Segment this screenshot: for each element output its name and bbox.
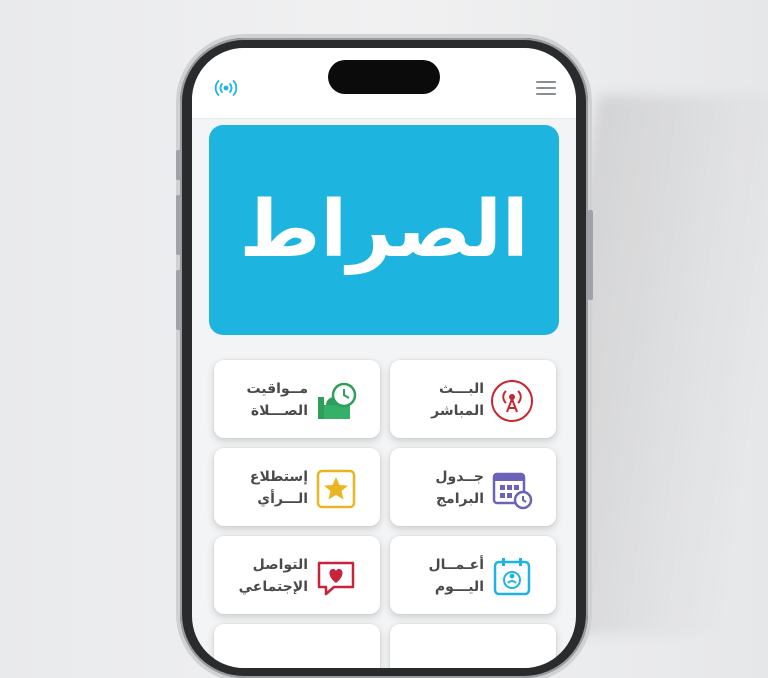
broadcast-icon[interactable]	[214, 78, 238, 98]
tile-program-schedule[interactable]: جــدول البرامج	[390, 448, 556, 526]
tile-label: التواصل الإجتماعي	[238, 557, 308, 595]
tile-social-media[interactable]: التواصل الإجتماعي	[214, 536, 380, 614]
dynamic-island	[328, 60, 440, 94]
phone-side-button	[176, 150, 181, 180]
tile-label: جــدول البرامج	[435, 469, 484, 507]
phone-side-button	[176, 195, 181, 255]
tile-partial[interactable]	[390, 624, 556, 668]
tile-label: البـــث المباشر	[431, 381, 484, 419]
phone-side-button	[176, 270, 181, 330]
tile-label: أعـمــال اليـــوم	[428, 557, 484, 595]
star-icon	[314, 469, 358, 509]
tile-label: مــواقيت الصـــلاة	[246, 381, 308, 419]
tile-live-broadcast[interactable]: البـــث المباشر	[390, 360, 556, 438]
tile-opinion-poll[interactable]: إستطلاع الـــرأي	[214, 448, 380, 526]
phone-screen: الصراط البـــث المباشر مــواقيت الصـــلا…	[192, 48, 576, 668]
heart-message-icon	[314, 557, 358, 597]
prayer-calendar-icon	[490, 557, 534, 597]
hamburger-menu-icon[interactable]	[536, 81, 556, 95]
phone-side-button	[588, 210, 593, 300]
broadcast-tower-icon	[490, 380, 534, 422]
calendar-clock-icon	[490, 469, 534, 510]
logo-banner: الصراط	[209, 125, 559, 335]
tile-partial[interactable]	[214, 624, 380, 668]
tile-label: إستطلاع الـــرأي	[249, 469, 308, 507]
app-logo: الصراط	[239, 185, 529, 275]
tile-daily-deeds[interactable]: أعـمــال اليـــوم	[390, 536, 556, 614]
mosque-clock-icon	[314, 381, 358, 421]
tile-prayer-times[interactable]: مــواقيت الصـــلاة	[214, 360, 380, 438]
